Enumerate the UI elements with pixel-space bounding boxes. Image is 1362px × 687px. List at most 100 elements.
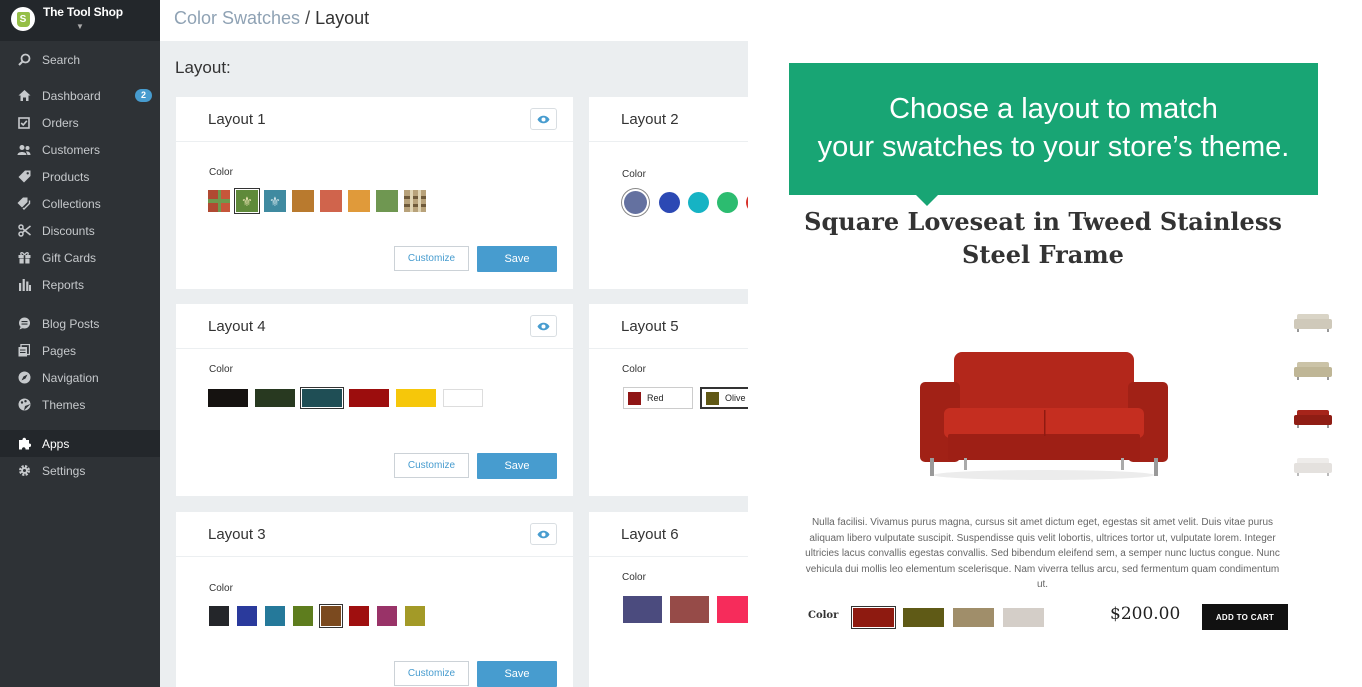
breadcrumb-separator: / (305, 8, 311, 28)
section-title: Layout: (175, 58, 231, 77)
product-swatch-tan[interactable] (953, 608, 994, 627)
sidebar-item-customers[interactable]: Customers (0, 136, 160, 163)
color-label: Color (622, 572, 646, 583)
breadcrumb: Color Swatches / Layout (160, 0, 748, 41)
svg-text:⚜: ⚜ (241, 194, 253, 209)
sidebar-item-reports[interactable]: Reports (0, 271, 160, 298)
store-switcher[interactable]: S The Tool Shop ▼ (0, 0, 160, 41)
layout-card-2: Layout 2 Color (589, 97, 748, 289)
promo-headline-line1: Choose a layout to match (889, 93, 1218, 125)
swatch-mustard[interactable] (405, 606, 425, 626)
sidebar-item-orders[interactable]: Orders (0, 109, 160, 136)
sidebar-item-label: Gift Cards (42, 250, 97, 265)
eye-icon (537, 318, 550, 335)
swatch-crimson[interactable] (349, 606, 369, 626)
eye-icon (537, 111, 550, 128)
swatch-charcoal[interactable] (209, 606, 229, 626)
color-label: Color (209, 583, 233, 594)
sidebar-item-pages[interactable]: Pages (0, 337, 160, 364)
customize-button[interactable]: Customize (394, 246, 469, 271)
sidebar-item-label: Pages (42, 343, 77, 358)
swatch-fleur-green[interactable]: ⚜ (234, 188, 260, 214)
sidebar-item-themes[interactable]: Themes (0, 391, 160, 418)
swatch-green[interactable] (717, 192, 738, 213)
thumbnail-beige-sofa[interactable] (1293, 310, 1333, 334)
sidebar-item-discounts[interactable]: Discounts (0, 217, 160, 244)
save-button[interactable]: Save (477, 661, 557, 687)
thumbnail-red-sofa[interactable] (1293, 406, 1333, 430)
swatch-plaid-red[interactable] (208, 190, 230, 212)
themes-icon (17, 398, 31, 412)
promo-panel: Choose a layout to match your swatches t… (748, 0, 1362, 687)
preview-button[interactable] (530, 523, 557, 545)
swatch-rosewood[interactable] (670, 596, 709, 623)
product-image (918, 350, 1170, 487)
swatch-blue[interactable] (659, 192, 680, 213)
swatch-dark-red[interactable] (349, 389, 389, 407)
swatch-slate[interactable] (624, 191, 647, 214)
swatch-fleur-teal[interactable]: ⚜ (264, 190, 286, 212)
swatch-teal[interactable] (265, 606, 285, 626)
swatch-tag-label: Olive Gr (725, 393, 748, 403)
product-description: Nulla facilisi. Vivamus purus magna, cur… (805, 517, 1280, 590)
navigation-icon (17, 371, 31, 385)
swatch-dark-teal[interactable] (300, 387, 344, 409)
color-label: Color (622, 169, 646, 180)
swatch-cyan[interactable] (688, 192, 709, 213)
sidebar-item-apps[interactable]: Apps (0, 430, 160, 457)
eye-icon (537, 526, 550, 543)
promo-callout: Choose a layout to match your swatches t… (789, 63, 1318, 195)
sidebar-item-products[interactable]: Products (0, 163, 160, 190)
product-thumbnails (1293, 310, 1333, 502)
pages-icon (17, 344, 31, 358)
product-swatch-red[interactable] (851, 606, 896, 629)
add-to-cart-button[interactable]: ADD TO CART (1202, 604, 1288, 630)
swatch-tag-red[interactable]: Red (623, 387, 693, 409)
sidebar-item-blog-posts[interactable]: Blog Posts (0, 310, 160, 337)
preview-button[interactable] (530, 108, 557, 130)
swatch-white[interactable] (443, 389, 483, 407)
swatch-dark-green[interactable] (255, 389, 295, 407)
swatch-orange[interactable] (348, 190, 370, 212)
swatch-coral[interactable] (320, 190, 342, 212)
gift-icon (17, 251, 31, 265)
swatch-row (208, 387, 490, 409)
swatch-plum[interactable] (377, 606, 397, 626)
breadcrumb-parent-link[interactable]: Color Swatches (174, 8, 300, 28)
swatch-pink[interactable] (717, 596, 748, 623)
sidebar-item-label: Customers (42, 142, 101, 157)
thumbnail-tan-sofa[interactable] (1293, 358, 1333, 382)
swatch-moss[interactable] (293, 606, 313, 626)
swatch-olive[interactable] (376, 190, 398, 212)
save-button[interactable]: Save (477, 453, 557, 479)
save-button[interactable]: Save (477, 246, 557, 272)
product-swatch-olive[interactable] (903, 608, 944, 627)
swatch-brown[interactable] (292, 190, 314, 212)
product-title: Square Loveseat in Tweed Stainless Steel… (804, 207, 1282, 269)
swatch-yellow[interactable] (396, 389, 436, 407)
swatch-row (624, 191, 748, 214)
sidebar-item-navigation[interactable]: Navigation (0, 364, 160, 391)
swatch-navy[interactable] (237, 606, 257, 626)
layout-card-6: Layout 6 Color (589, 512, 748, 687)
customize-button[interactable]: Customize (394, 661, 469, 686)
color-chip (706, 391, 719, 405)
swatch-black[interactable] (208, 389, 248, 407)
preview-button[interactable] (530, 315, 557, 337)
sidebar-item-collections[interactable]: Collections (0, 190, 160, 217)
customize-button[interactable]: Customize (394, 453, 469, 478)
swatch-plaid-tan[interactable] (404, 190, 426, 212)
sidebar-item-search[interactable]: Search (0, 46, 160, 73)
sidebar-item-gift-cards[interactable]: Gift Cards (0, 244, 160, 271)
sidebar-item-dashboard[interactable]: Dashboard 2 (0, 82, 160, 109)
product-swatch-light-grey[interactable] (1003, 608, 1044, 627)
sidebar-item-settings[interactable]: Settings (0, 457, 160, 484)
layout-card-1: Layout 1 Color ⚜ ⚜ Customize Save (176, 97, 573, 289)
swatch-tag-olive-green[interactable]: Olive Gr (700, 387, 748, 409)
tag-icon (17, 170, 31, 184)
swatch-indigo[interactable] (623, 596, 662, 623)
swatch-brown[interactable] (319, 604, 343, 628)
swatch-row: Red Olive Gr (623, 387, 748, 409)
thumbnail-white-sofa[interactable] (1293, 454, 1333, 478)
layout-card-5: Layout 5 Color Red Olive Gr (589, 304, 748, 496)
